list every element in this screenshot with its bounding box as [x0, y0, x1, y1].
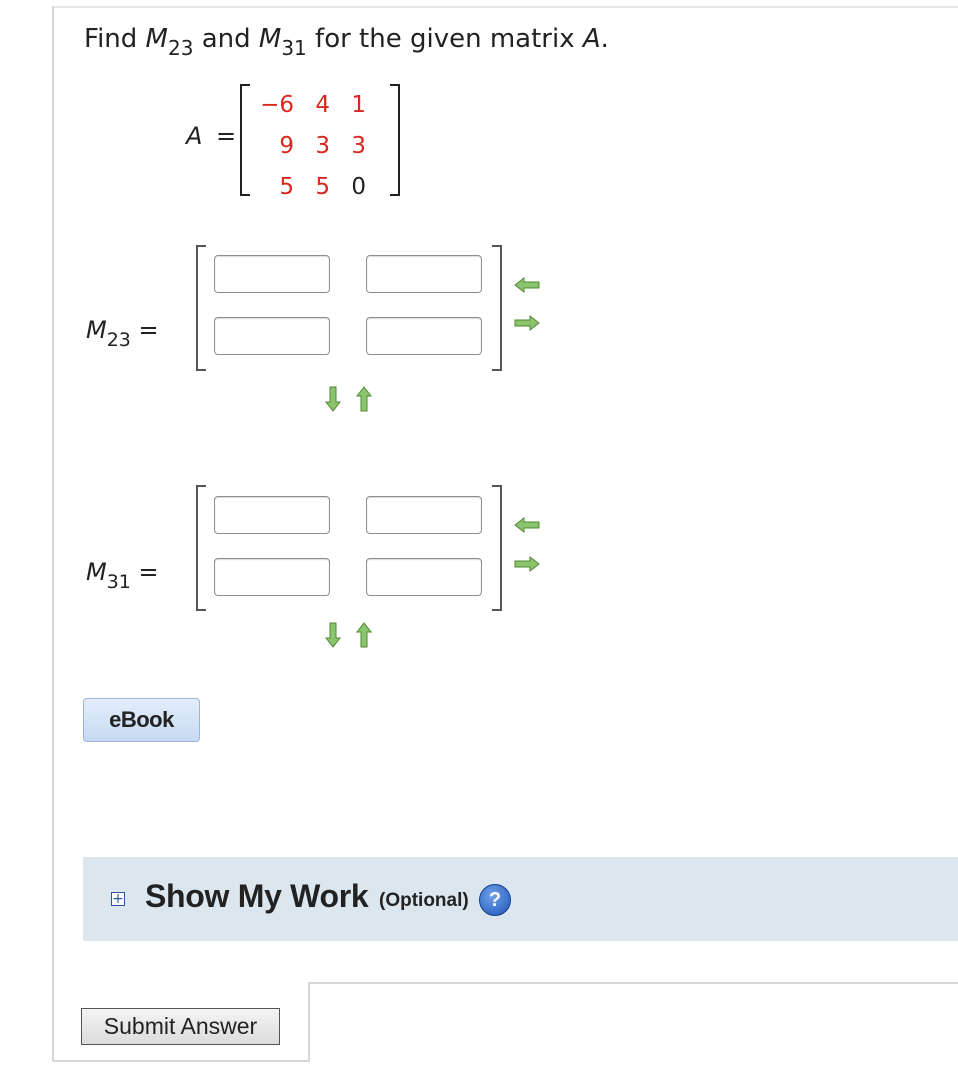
- matrix-a-cell: 0: [351, 173, 366, 200]
- top-divider: [52, 6, 958, 8]
- panel-bottom-border: [52, 1060, 308, 1062]
- right-arrow-icon[interactable]: [514, 314, 540, 332]
- matrix-a-right-bracket: [390, 84, 400, 196]
- m23-letter: M: [86, 316, 107, 344]
- m23-input-r2c2[interactable]: [366, 317, 482, 355]
- m23-input-r1c1[interactable]: [214, 255, 330, 293]
- show-my-work-title[interactable]: Show My Work: [145, 878, 369, 915]
- matrix-a-cell: 5: [315, 173, 330, 200]
- m31-input-r2c2[interactable]: [366, 558, 482, 596]
- matrix-a-cell: −6: [260, 91, 294, 118]
- question-text: Find M23 and M31 for the given matrix A.: [84, 22, 609, 58]
- m31-label: M31 =: [86, 558, 159, 592]
- m23-equals: =: [130, 316, 159, 344]
- matrix-a-row: 5 5 0: [258, 166, 382, 207]
- matrix-a-equals: =: [216, 122, 237, 150]
- matrix-a-cell: 1: [351, 91, 366, 118]
- matrix-a: −6 4 1 9 3 3 5 5 0: [258, 84, 382, 207]
- matrix-a-cell: 4: [315, 91, 330, 118]
- matrix-a-left-bracket: [240, 84, 250, 196]
- m31-left-bracket: [196, 485, 206, 611]
- left-arrow-icon[interactable]: [514, 276, 540, 294]
- m31-input-r1c1[interactable]: [214, 496, 330, 534]
- matrix-a-label: A: [186, 122, 203, 150]
- matrix-a-cell: 9: [279, 132, 294, 159]
- matrix-a-cell: 5: [279, 173, 294, 200]
- right-arrow-icon[interactable]: [514, 555, 540, 573]
- question-sub-23: 23: [167, 36, 194, 60]
- m31-letter: M: [86, 558, 107, 586]
- panel-left-border: [52, 6, 54, 1060]
- matrix-a-cell: 3: [315, 132, 330, 159]
- optional-label: (Optional): [379, 890, 469, 911]
- m23-right-bracket: [492, 245, 502, 371]
- m23-label: M23 =: [86, 316, 159, 350]
- question-period: .: [600, 24, 609, 54]
- m31-right-bracket: [492, 485, 502, 611]
- question-a-letter: A: [582, 24, 601, 54]
- down-arrow-icon[interactable]: [324, 386, 342, 412]
- submit-answer-button[interactable]: Submit Answer: [81, 1008, 280, 1045]
- m31-input-r2c1[interactable]: [214, 558, 330, 596]
- question-m-letter-2: M: [258, 24, 282, 54]
- matrix-a-cell: 3: [351, 132, 366, 159]
- panel-step-border: [308, 982, 310, 1062]
- m23-input-r2c1[interactable]: [214, 317, 330, 355]
- ebook-button[interactable]: eBook: [83, 698, 200, 742]
- m31-sub: 31: [106, 571, 131, 593]
- question-sub-31: 31: [281, 36, 307, 60]
- question-m-letter: M: [145, 24, 168, 54]
- panel-step-top-border: [308, 982, 958, 984]
- left-arrow-icon[interactable]: [514, 516, 540, 534]
- question-and: and: [193, 24, 259, 54]
- help-icon[interactable]: ?: [479, 884, 511, 916]
- matrix-a-row: −6 4 1: [258, 84, 382, 125]
- m23-left-bracket: [196, 245, 206, 371]
- show-my-work-panel[interactable]: + Show My Work (Optional) ?: [83, 857, 958, 941]
- m23-input-r1c2[interactable]: [366, 255, 482, 293]
- m23-sub: 23: [106, 329, 131, 351]
- m31-input-r1c2[interactable]: [366, 496, 482, 534]
- matrix-a-row: 9 3 3: [258, 125, 382, 166]
- question-suffix: for the given matrix: [306, 24, 583, 54]
- expand-plus-icon[interactable]: +: [111, 892, 125, 906]
- up-arrow-icon[interactable]: [355, 622, 373, 648]
- down-arrow-icon[interactable]: [324, 622, 342, 648]
- m31-equals: =: [130, 558, 159, 586]
- question-prefix: Find: [84, 24, 146, 54]
- up-arrow-icon[interactable]: [355, 386, 373, 412]
